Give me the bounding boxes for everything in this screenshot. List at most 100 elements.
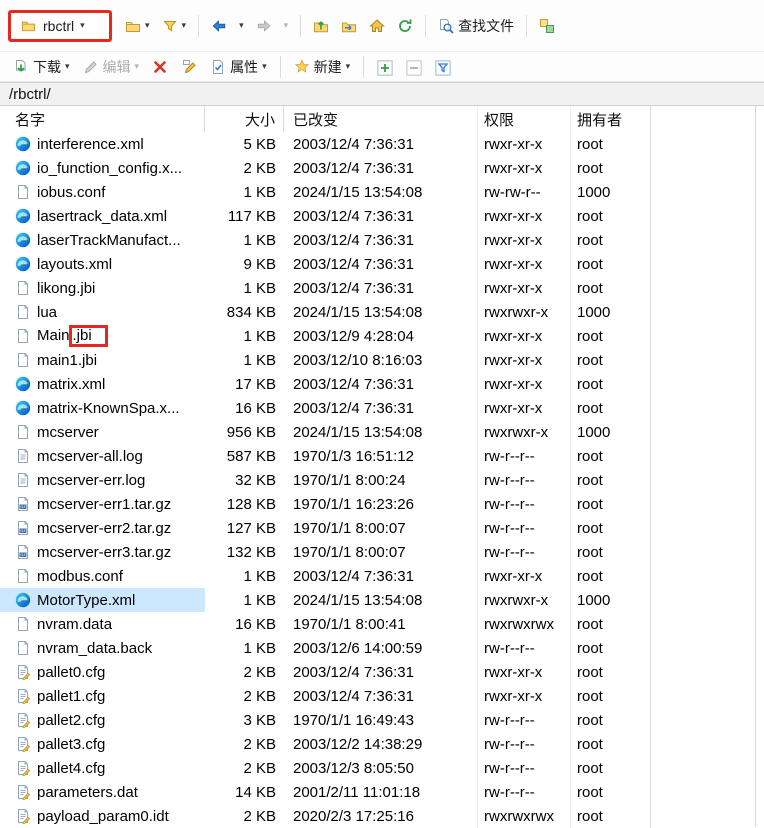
table-row[interactable]: mcserver-all.log587 KB1970/1/3 16:51:12r…: [0, 444, 764, 468]
file-name-cell[interactable]: mcserver-err.log: [0, 468, 205, 492]
table-row[interactable]: modbus.conf1 KB2003/12/4 7:36:31rwxr-xr-…: [0, 564, 764, 588]
file-name-cell[interactable]: lasertrack_data.xml: [0, 204, 205, 228]
table-row[interactable]: pallet4.cfg2 KB2003/12/3 8:05:50rw-r--r-…: [0, 756, 764, 780]
file-name-cell[interactable]: GZmcserver-err1.tar.gz: [0, 492, 205, 516]
file-name-cell[interactable]: interference.xml: [0, 132, 205, 156]
minus-button[interactable]: [401, 56, 427, 78]
synchronize-icon: [539, 18, 555, 34]
file-name-cell[interactable]: MotorType.xml: [0, 588, 205, 612]
column-header-rights[interactable]: 权限: [478, 106, 571, 132]
svg-text:GZ: GZ: [20, 505, 26, 509]
table-row[interactable]: parameters.dat14 KB2001/2/11 11:01:18rw-…: [0, 780, 764, 804]
table-row[interactable]: Main.jbi1 KB2003/12/9 4:28:04rwxr-xr-xro…: [0, 324, 764, 348]
file-name-cell[interactable]: matrix-KnownSpa.x...: [0, 396, 205, 420]
table-row[interactable]: lasertrack_data.xml117 KB2003/12/4 7:36:…: [0, 204, 764, 228]
table-row[interactable]: main1.jbi1 KB2003/12/10 8:16:03rwxr-xr-x…: [0, 348, 764, 372]
file-name-cell[interactable]: matrix.xml: [0, 372, 205, 396]
table-row[interactable]: pallet3.cfg2 KB2003/12/2 14:38:29rw-r--r…: [0, 732, 764, 756]
file-name-cell[interactable]: GZmcserver-err2.tar.gz: [0, 516, 205, 540]
column-header-name[interactable]: 名字: [0, 106, 205, 132]
plus-button[interactable]: [372, 56, 398, 78]
back-button[interactable]: [206, 15, 232, 37]
file-changed: 1970/1/1 8:00:07: [284, 516, 478, 540]
table-row[interactable]: likong.jbi1 KB2003/12/4 7:36:31rwxr-xr-x…: [0, 276, 764, 300]
table-row[interactable]: lua834 KB2024/1/15 13:54:08rwxrwxr-x1000: [0, 300, 764, 324]
table-row[interactable]: layouts.xml9 KB2003/12/4 7:36:31rwxr-xr-…: [0, 252, 764, 276]
parent-directory-button[interactable]: [308, 15, 334, 37]
file-name-cell[interactable]: payload_param0.idt: [0, 804, 205, 828]
table-row[interactable]: nvram_data.back1 KB2003/12/6 14:00:59rw-…: [0, 636, 764, 660]
table-row[interactable]: MotorType.xml1 KB2024/1/15 13:54:08rwxrw…: [0, 588, 764, 612]
back-history-dropdown[interactable]: ▾: [234, 18, 249, 33]
filter-toggle-button[interactable]: [430, 56, 456, 78]
file-size: 956 KB: [205, 420, 284, 444]
file-name-cell[interactable]: pallet1.cfg: [0, 684, 205, 708]
file-name-cell[interactable]: nvram_data.back: [0, 636, 205, 660]
table-row[interactable]: payload_param0.idt2 KB2020/2/3 17:25:16r…: [0, 804, 764, 828]
bookmarks-button[interactable]: ▾: [120, 15, 155, 37]
rename-button[interactable]: [176, 56, 202, 78]
edge-browser-icon: [15, 208, 31, 224]
table-row[interactable]: pallet2.cfg3 KB1970/1/1 16:49:43rw-r--r-…: [0, 708, 764, 732]
properties-button[interactable]: 属性 ▾: [205, 54, 272, 80]
file-changed: 2003/12/4 7:36:31: [284, 132, 478, 156]
plus-icon: [377, 59, 393, 75]
file-name-cell[interactable]: pallet0.cfg: [0, 660, 205, 684]
file-name-cell[interactable]: parameters.dat: [0, 780, 205, 804]
file-name-cell[interactable]: GZmcserver-err3.tar.gz: [0, 540, 205, 564]
file-name-cell[interactable]: likong.jbi: [0, 276, 205, 300]
open-directory-button[interactable]: [336, 15, 362, 37]
table-row[interactable]: interference.xml5 KB2003/12/4 7:36:31rwx…: [0, 132, 764, 156]
file-name-cell[interactable]: pallet2.cfg: [0, 708, 205, 732]
file-name-cell[interactable]: nvram.data: [0, 612, 205, 636]
file-rights: rw-r--r--: [478, 756, 571, 780]
file-name-cell[interactable]: Main.jbi: [0, 324, 205, 348]
file-name: interference.xml: [37, 136, 144, 153]
file-name-cell[interactable]: mcserver: [0, 420, 205, 444]
file-name-cell[interactable]: modbus.conf: [0, 564, 205, 588]
file-name-cell[interactable]: mcserver-all.log: [0, 444, 205, 468]
file-name-cell[interactable]: pallet3.cfg: [0, 732, 205, 756]
edit-button[interactable]: 编辑 ▾: [78, 54, 145, 80]
filter-button[interactable]: ▾: [157, 15, 192, 37]
find-files-button[interactable]: 查找文件: [433, 13, 519, 39]
address-dropdown[interactable]: rbctrl ▾: [14, 15, 106, 37]
refresh-button[interactable]: [392, 15, 418, 37]
table-row[interactable]: matrix-KnownSpa.x...16 KB2003/12/4 7:36:…: [0, 396, 764, 420]
scrollbar-track[interactable]: [755, 106, 756, 827]
column-header-changed[interactable]: 已改变: [284, 106, 478, 132]
table-row[interactable]: iobus.conf1 KB2024/1/15 13:54:08rw-rw-r-…: [0, 180, 764, 204]
column-header-size[interactable]: 大小: [205, 106, 284, 132]
file-name-cell[interactable]: pallet4.cfg: [0, 756, 205, 780]
file-name-cell[interactable]: laserTrackManufact...: [0, 228, 205, 252]
new-button[interactable]: 新建 ▾: [289, 54, 356, 80]
table-row[interactable]: GZmcserver-err2.tar.gz127 KB1970/1/1 8:0…: [0, 516, 764, 540]
file-name: likong.jbi: [37, 280, 95, 297]
table-row[interactable]: GZmcserver-err3.tar.gz132 KB1970/1/1 8:0…: [0, 540, 764, 564]
table-row[interactable]: matrix.xml17 KB2003/12/4 7:36:31rwxr-xr-…: [0, 372, 764, 396]
download-button[interactable]: 下载 ▾: [8, 54, 75, 80]
delete-button[interactable]: [147, 56, 173, 78]
table-row[interactable]: pallet0.cfg2 KB2003/12/4 7:36:31rwxr-xr-…: [0, 660, 764, 684]
file-name-cell[interactable]: io_function_config.x...: [0, 156, 205, 180]
file-name-cell[interactable]: layouts.xml: [0, 252, 205, 276]
path-bar[interactable]: /rbctrl/: [0, 82, 764, 106]
home-directory-button[interactable]: [364, 15, 390, 37]
file-rights: rwxr-xr-x: [478, 228, 571, 252]
table-row[interactable]: GZmcserver-err1.tar.gz128 KB1970/1/1 16:…: [0, 492, 764, 516]
table-row[interactable]: mcserver956 KB2024/1/15 13:54:08rwxrwxr-…: [0, 420, 764, 444]
file-size: 1 KB: [205, 588, 284, 612]
file-name-cell[interactable]: lua: [0, 300, 205, 324]
table-row[interactable]: nvram.data16 KB1970/1/1 8:00:41rwxrwxrwx…: [0, 612, 764, 636]
file-name-cell[interactable]: main1.jbi: [0, 348, 205, 372]
forward-button[interactable]: [251, 15, 277, 37]
column-header-owner[interactable]: 拥有者: [571, 106, 651, 132]
forward-history-dropdown[interactable]: ▾: [279, 18, 294, 33]
table-row[interactable]: pallet1.cfg2 KB2003/12/4 7:36:31rwxr-xr-…: [0, 684, 764, 708]
table-row[interactable]: laserTrackManufact...1 KB2003/12/4 7:36:…: [0, 228, 764, 252]
file-name-cell[interactable]: iobus.conf: [0, 180, 205, 204]
table-row[interactable]: mcserver-err.log32 KB1970/1/1 8:00:24rw-…: [0, 468, 764, 492]
synchronize-button[interactable]: [534, 15, 560, 37]
config-file-icon: [15, 784, 31, 800]
table-row[interactable]: io_function_config.x...2 KB2003/12/4 7:3…: [0, 156, 764, 180]
